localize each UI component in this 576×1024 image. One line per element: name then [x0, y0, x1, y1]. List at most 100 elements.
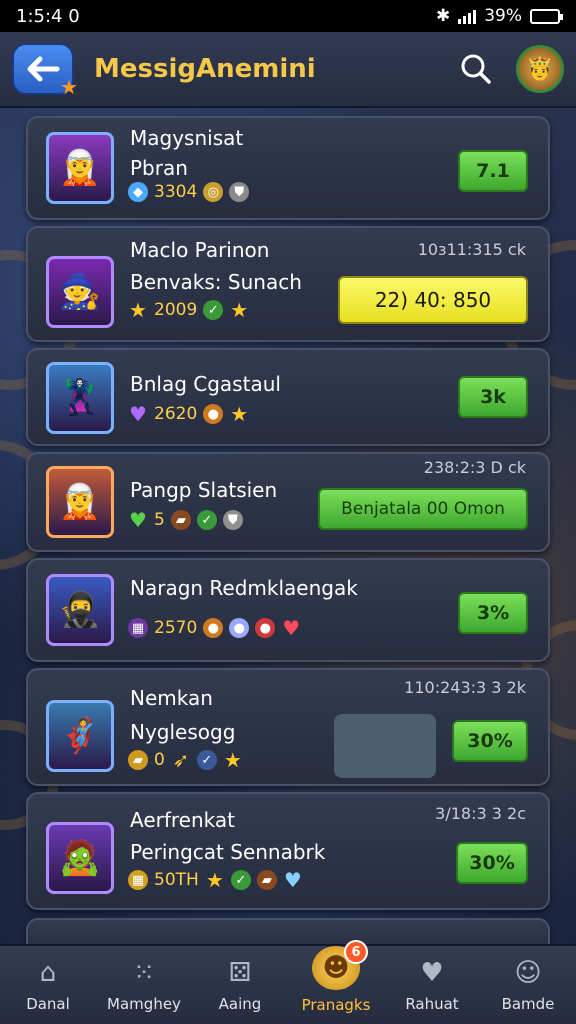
list-item[interactable]: 🥷 Naragn Redmklaengak ▦ 2570 ● ● ● ♥ 3%	[26, 558, 550, 662]
dice-icon: ⚄	[228, 958, 252, 988]
nav-item-mamghey[interactable]: ⁙ Mamghey	[96, 946, 192, 1024]
nav-label: Mamghey	[107, 995, 181, 1013]
green-check-icon: ✓	[230, 870, 251, 890]
red-heart-icon: ♥	[282, 616, 301, 640]
shield-icon: ⛊	[229, 182, 250, 202]
item-stats: ◆ 3304 ◎ ⛊	[128, 182, 250, 202]
item-name: Naragn Redmklaengak	[130, 576, 358, 600]
gold-wing-icon: ➶	[172, 748, 190, 772]
list-item[interactable]: 🦹 Bnlag Cgastaul ♥ 2620 ● ★ 3k	[26, 348, 550, 446]
blue-orb-icon: ●	[229, 618, 250, 638]
item-name: Maclo Parinon	[130, 238, 270, 262]
bottom-nav: ⌂ Danal ⁙ Mamghey ⚄ Aaing ☻ 6 Pranagks ♥ Rahuat ☺ Ba…	[0, 940, 576, 1024]
green-check-icon: ✓	[196, 510, 217, 530]
list-item[interactable]: 🧝 Magysnisat Pbran ◆ 3304 ◎ ⛊ 7.1	[26, 116, 550, 220]
gold-chest-icon: ▰	[128, 750, 148, 770]
item-subtitle: Benvaks: Sunach	[130, 270, 302, 294]
item-stats: ♥ 5 ▰ ✓ ⛊	[128, 508, 243, 532]
item-timestamp: 10з11:315 ck	[417, 240, 526, 259]
list-item[interactable]: 🧝 Pangp Slatsien ♥ 5 ▰ ✓ ⛊ 238:2:3 D ck Benjatal…	[26, 452, 550, 552]
profile-avatar[interactable]: 🤴	[516, 45, 564, 93]
item-name: Pangp Slatsien	[130, 478, 278, 502]
item-stats: ▰ 0 ➶ ✓ ★	[128, 748, 243, 772]
green-heart-icon: ♥	[129, 508, 147, 532]
nav-item-aaing[interactable]: ⚄ Aaing	[192, 946, 288, 1024]
red-orb-icon: ●	[255, 618, 276, 638]
blue-heart-icon: ♥	[283, 868, 302, 892]
profile-icon: ☺	[514, 958, 542, 988]
list-item[interactable]: 🧙 Maclo Parinon Benvaks: Sunach ★ 2009 ✓ ★ 10з1…	[26, 226, 550, 342]
item-subtitle: Pbran	[130, 156, 188, 180]
blue-check-icon: ✓	[196, 750, 217, 770]
action-button[interactable]: 3%	[458, 592, 528, 634]
nav-item-rahuat[interactable]: ♥ Rahuat	[384, 946, 480, 1024]
item-subtitle: Nyglesogg	[130, 720, 236, 744]
stat-value: 3304	[154, 182, 198, 202]
item-subtitle: Peringcat Sennabrk	[130, 840, 326, 864]
item-timestamp: 3/18:3 3 2c	[435, 804, 526, 823]
battery-percent: 39%	[484, 6, 522, 26]
action-button[interactable]: 3k	[458, 376, 528, 418]
back-button[interactable]: ★	[12, 43, 78, 99]
nav-item-danal[interactable]: ⌂ Danal	[0, 946, 96, 1024]
item-timestamp: 110:243:3 3 2k	[404, 678, 526, 697]
gold-box-icon: ▦	[128, 870, 148, 890]
brown-chest-icon: ▰	[170, 510, 191, 530]
stat-value: 2570	[154, 618, 198, 638]
status-time: 1:5:4 0	[16, 5, 80, 27]
gold-coin-icon: ◎	[203, 182, 224, 202]
stat-value: 5	[154, 510, 165, 530]
item-name: Bnlag Cgastaul	[130, 372, 281, 396]
action-button[interactable]: 22) 40: 850	[338, 276, 528, 324]
item-name: Magysnisat	[130, 126, 244, 150]
nav-label: Pranagks	[301, 996, 371, 1014]
blue-diamond-icon: ◆	[128, 182, 148, 202]
purple-box-icon: ▦	[128, 618, 148, 638]
green-check-icon: ✓	[203, 300, 224, 320]
dots-icon: ⁙	[133, 958, 155, 988]
item-stats: ♥ 2620 ● ★	[128, 402, 249, 426]
avatar: 🧟	[46, 822, 114, 894]
heart-badge-icon: ♥	[420, 958, 444, 988]
orange-coin-icon: ●	[203, 618, 224, 638]
action-button[interactable]: 7.1	[458, 150, 528, 192]
gold-star-icon: ★	[230, 298, 249, 322]
search-button[interactable]	[454, 47, 498, 91]
signal-icon	[458, 8, 477, 24]
avatar: 🧝	[46, 132, 114, 204]
battery-icon	[530, 8, 563, 24]
gold-star-icon: ★	[205, 868, 224, 892]
back-arrow-icon	[27, 56, 60, 82]
app-header: ★ MessigAnemini 🤴	[0, 32, 576, 108]
home-icon: ⌂	[39, 958, 57, 988]
list-item[interactable]: 🧟 Aerfrenkat Peringcat Sennabrk ▦ 50TH ★ ✓ ▰ ♥ 3/…	[26, 792, 550, 910]
nav-label: Aaing	[218, 995, 262, 1013]
avatar: 🧝	[46, 466, 114, 538]
search-icon	[461, 54, 491, 84]
gold-star-icon: ★	[129, 298, 147, 322]
gold-star-icon: ★	[230, 402, 249, 426]
gold-star-icon: ★	[223, 748, 242, 772]
action-button[interactable]: Benjatala 00 Omon	[318, 488, 528, 530]
nav-label: Rahuat	[405, 995, 459, 1013]
list-item[interactable]: 🦸 Nemkan Nyglesogg ▰ 0 ➶ ✓ ★ 110:243:3 3 2k 30%	[26, 668, 550, 786]
notification-badge: 6	[344, 940, 368, 964]
stat-value: 2009	[154, 300, 198, 320]
nav-label: Danal	[26, 995, 70, 1013]
item-name: Nemkan	[130, 686, 213, 710]
avatar: 🥷	[46, 574, 114, 646]
action-button[interactable]: 30%	[452, 720, 528, 762]
bluetooth-icon: ✱	[435, 6, 451, 26]
orange-coin-icon: ●	[203, 404, 224, 424]
stat-value: 50TH	[154, 870, 199, 890]
brown-chest-icon: ▰	[256, 870, 277, 890]
item-timestamp: 238:2:3 D ck	[423, 458, 526, 477]
nav-item-pranagks[interactable]: ☻ 6 Pranagks	[288, 940, 384, 1024]
coin-icon: ☻ 6	[312, 940, 368, 990]
item-stats: ▦ 50TH ★ ✓ ▰ ♥	[128, 868, 303, 892]
nav-item-bamde[interactable]: ☺ Bamde	[480, 946, 576, 1024]
star-icon: ★	[60, 75, 78, 99]
avatar: 🦹	[46, 362, 114, 434]
action-button[interactable]: 30%	[456, 842, 528, 884]
media-placeholder	[334, 714, 436, 778]
